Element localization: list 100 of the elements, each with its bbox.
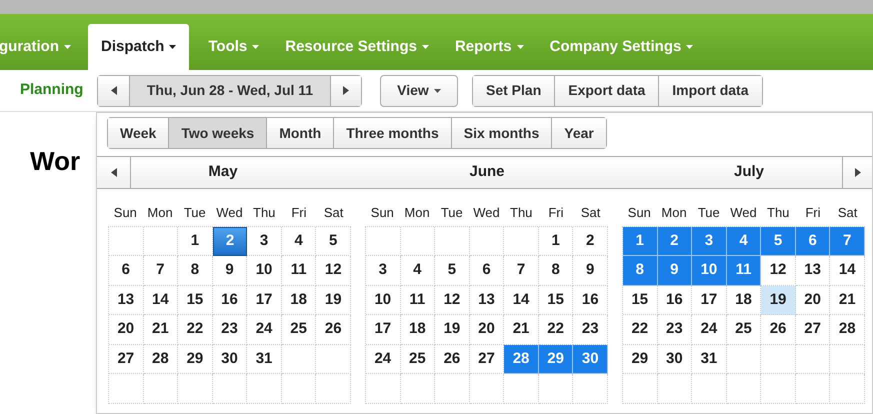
day-cell[interactable]: 26 [761,315,796,344]
day-cell[interactable]: 11 [726,256,762,286]
day-cell[interactable]: 15 [178,286,213,315]
day-cell[interactable]: 4 [282,226,316,256]
day-cell[interactable]: 3 [692,226,727,256]
day-cell[interactable]: 9 [212,256,248,286]
range-tab[interactable]: Year [551,118,606,148]
day-cell[interactable]: 9 [658,256,692,286]
range-tab[interactable]: Week [108,118,168,148]
day-cell[interactable]: 16 [658,286,692,315]
day-cell[interactable]: 29 [623,344,658,374]
day-cell[interactable]: 28 [504,344,539,374]
day-cell[interactable]: 23 [212,315,248,344]
day-cell[interactable]: 25 [400,344,436,374]
day-cell[interactable]: 12 [435,286,470,315]
day-cell[interactable]: 29 [178,344,213,374]
day-cell[interactable]: 16 [212,286,248,315]
day-cell[interactable]: 16 [573,286,608,315]
day-cell[interactable]: 13 [109,286,144,315]
range-tab[interactable]: Three months [333,118,451,148]
day-cell[interactable]: 14 [504,286,539,315]
day-cell[interactable]: 21 [830,286,865,315]
day-cell[interactable]: 6 [109,256,144,286]
day-cell[interactable]: 9 [573,256,608,286]
day-cell[interactable]: 4 [400,256,436,286]
day-cell[interactable]: 8 [538,256,574,286]
day-cell[interactable]: 3 [247,226,282,256]
range-tab[interactable]: Month [266,118,334,148]
day-cell[interactable]: 25 [726,315,762,344]
day-cell[interactable]: 3 [366,256,401,286]
day-cell[interactable]: 26 [435,344,470,374]
action-button[interactable]: Set Plan [473,76,554,106]
day-cell[interactable]: 24 [247,315,282,344]
day-cell[interactable]: 22 [623,315,658,344]
day-cell[interactable]: 20 [796,286,830,315]
day-cell[interactable]: 26 [316,315,351,344]
day-cell[interactable]: 5 [316,226,351,256]
day-cell[interactable]: 1 [623,226,658,256]
day-cell[interactable]: 24 [692,315,727,344]
day-cell[interactable]: 31 [692,344,727,374]
day-cell[interactable]: 13 [796,256,830,286]
day-cell[interactable]: 7 [830,226,865,256]
day-cell[interactable]: 22 [178,315,213,344]
day-cell[interactable]: 5 [761,226,796,256]
day-cell[interactable]: 20 [470,315,504,344]
day-cell[interactable]: 23 [658,315,692,344]
day-cell[interactable]: 14 [144,286,178,315]
action-button[interactable]: Export data [554,76,658,106]
day-cell[interactable]: 30 [573,344,608,374]
day-cell[interactable]: 7 [144,256,178,286]
day-cell[interactable]: 4 [726,226,762,256]
day-cell[interactable]: 10 [366,286,401,315]
day-cell[interactable]: 12 [316,256,351,286]
day-cell[interactable]: 27 [796,315,830,344]
day-cell[interactable]: 5 [435,256,470,286]
day-cell[interactable]: 17 [692,286,727,315]
day-cell[interactable]: 10 [692,256,727,286]
day-cell[interactable]: 25 [282,315,316,344]
day-cell[interactable]: 2 [658,226,692,256]
day-cell[interactable]: 13 [470,286,504,315]
day-cell[interactable]: 15 [623,286,658,315]
day-cell[interactable]: 31 [247,344,282,374]
day-cell[interactable]: 2 [212,226,248,256]
day-cell[interactable]: 24 [366,344,401,374]
weekday-label: Thu [253,204,276,222]
day-cell[interactable]: 19 [435,315,470,344]
day-cell[interactable]: 6 [470,256,504,286]
day-cell[interactable]: 19 [761,286,796,315]
day-cell[interactable]: 19 [316,286,351,315]
day-cell[interactable]: 18 [282,286,316,315]
day-cell[interactable]: 1 [538,226,574,256]
planning-link[interactable]: Planning [0,79,97,102]
day-cell[interactable]: 2 [573,226,608,256]
day-cell[interactable]: 30 [658,344,692,374]
day-cell[interactable]: 21 [144,315,178,344]
action-button[interactable]: Import data [658,76,762,106]
day-cell[interactable]: 28 [144,344,178,374]
day-cell[interactable]: 18 [400,315,436,344]
day-cell[interactable]: 8 [623,256,658,286]
day-cell[interactable]: 17 [366,315,401,344]
day-cell[interactable]: 11 [282,256,316,286]
day-cell[interactable]: 20 [109,315,144,344]
date-range-button[interactable]: Thu, Jun 28 - Wed, Jul 11 [130,76,331,106]
day-cell[interactable]: 15 [538,286,574,315]
day-cell[interactable]: 8 [178,256,213,286]
day-cell[interactable]: 27 [109,344,144,374]
view-button[interactable]: View [380,74,458,106]
day-cell[interactable]: 29 [538,344,574,374]
day-cell[interactable]: 10 [247,256,282,286]
range-tab[interactable]: Six months [450,118,552,148]
day-cell[interactable]: 14 [830,256,865,286]
day-cell[interactable]: 17 [247,286,282,315]
day-cell[interactable]: 30 [212,344,248,374]
weekday-label: Sun [370,204,394,222]
day-cell[interactable]: 11 [400,286,436,315]
day-cell[interactable]: 6 [796,226,830,256]
nav-tab[interactable]: Dispatch [88,24,190,70]
day-cell[interactable]: 28 [830,315,865,344]
range-tab[interactable]: Two weeks [168,118,266,148]
day-cell[interactable]: 7 [504,256,539,286]
